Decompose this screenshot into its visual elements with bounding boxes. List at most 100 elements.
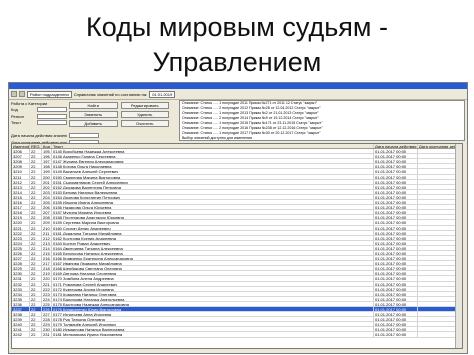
cell-reg: 22 — [30, 256, 42, 261]
cell-code: 228 — [42, 317, 52, 322]
cell-id: 3211 — [12, 174, 30, 179]
cell-start: 01.01.2017 00:00 — [374, 174, 418, 179]
cell-code: 223 — [42, 291, 52, 296]
cell-start: 01.01.2017 00:00 — [374, 301, 418, 306]
cell-reg: 22 — [30, 205, 42, 210]
start-date-input[interactable] — [69, 133, 99, 139]
cell-text: 0161 Дудалина Татьяна Михайловна — [52, 230, 374, 235]
field-label: Код — [11, 107, 18, 113]
text-input[interactable] — [37, 120, 67, 126]
cell-code: 221 — [42, 281, 52, 286]
cell-id: 3215 — [12, 194, 30, 200]
cell-reg: 22 — [30, 281, 42, 286]
cell-start: 01.01.2017 00:00 — [374, 266, 418, 271]
cell-id: 3207 — [12, 154, 30, 159]
cell-reg: 22 — [30, 291, 42, 296]
cell-id: 3228 — [12, 261, 30, 266]
cell-start: 01.01.2017 00:00 — [374, 250, 418, 256]
save-icon[interactable] — [19, 91, 25, 97]
cell-start: 01.01.2017 00:00 — [374, 169, 418, 174]
clear-button[interactable]: Очистить — [120, 120, 169, 127]
cell-text: 0180 Исмаилова Наталья Валерьевна — [52, 327, 374, 332]
cell-id: 3237 — [12, 307, 30, 312]
slide-title-line-2: Управлением — [152, 47, 322, 77]
cell-reg: 22 — [30, 225, 42, 230]
cell-text: 0159 Сергеева Марина Викторовна — [52, 220, 374, 225]
field-label: Регион — [11, 113, 24, 119]
cell-code: 205 — [42, 200, 52, 205]
cell-start: 01.01.2017 00:00 — [374, 225, 418, 230]
cell-code: 195 — [42, 149, 52, 154]
cell-reg: 22 — [30, 317, 42, 322]
col-header-start[interactable]: Дата начала действия — [374, 144, 418, 149]
cell-start: 01.01.2017 00:00 — [374, 205, 418, 210]
cell-id: 3220 — [12, 220, 30, 225]
cell-text: 0148 Котова Ольга Николаевна — [52, 164, 374, 169]
edit-button[interactable]: Редактировать — [120, 102, 169, 109]
info-line: Выбор значений доступно для изменения — [182, 136, 252, 140]
cell-text: 0149 Васильев Алексей Сергеевич — [52, 169, 374, 174]
cell-start: 01.01.2017 00:00 — [374, 189, 418, 194]
cell-code: 198 — [42, 164, 52, 169]
vertical-scrollbar[interactable] — [455, 144, 462, 348]
col-header-text[interactable]: Текст — [52, 144, 374, 149]
cell-text: 0153 Белова Наталья Валерьевна — [52, 189, 374, 194]
data-grid[interactable]: Идентиф REG_FLAG Код Текст Дата начала д… — [11, 143, 463, 349]
cell-code: 208 — [42, 215, 52, 220]
cell-text: 0164 Дмитриева Татьяна Алексеевна — [52, 245, 374, 250]
cell-id: 3239 — [12, 317, 30, 322]
cell-id: 3214 — [12, 189, 30, 194]
cell-start: 01.01.2017 00:00 — [374, 235, 418, 240]
cell-code: 197 — [42, 159, 52, 164]
find-button[interactable]: Найти — [69, 102, 118, 109]
cell-code: 209 — [42, 220, 52, 225]
cell-id: 3209 — [12, 164, 30, 169]
cell-text: 0181 Мельникова Ирина Николаевна — [52, 332, 374, 337]
cell-id: 3241 — [12, 327, 30, 332]
cell-text: 0179 Толмачёв Алексей Игоревич — [52, 322, 374, 327]
cell-reg: 22 — [30, 230, 42, 235]
col-header-id[interactable]: Идентиф — [12, 144, 30, 149]
category-select[interactable]: Район подразделени — [27, 90, 72, 98]
cell-start: 01.01.2017 00:00 — [374, 332, 418, 337]
col-header-reg[interactable]: REG_FLAG — [30, 144, 42, 149]
region-input[interactable] — [37, 113, 67, 119]
cell-code: 215 — [42, 250, 52, 256]
cell-id: 3242 — [12, 332, 30, 337]
cell-start: 01.01.2017 00:00 — [374, 179, 418, 184]
add-button[interactable]: Добавить — [69, 120, 118, 127]
date-input[interactable]: 01.01.2019 — [149, 90, 176, 98]
cell-code: 196 — [42, 154, 52, 159]
cell-reg: 22 — [30, 245, 42, 250]
table-row[interactable]: 3242 22 231 0181 Мельникова Ирина Николаевн… — [12, 332, 462, 338]
cell-code: 211 — [42, 230, 52, 235]
cell-start: 01.01.2017 00:00 — [374, 296, 418, 301]
col-header-code[interactable]: Код — [42, 144, 52, 149]
cell-id: 3235 — [12, 296, 30, 301]
replace-button[interactable]: Заменить — [69, 111, 118, 118]
cell-start: 01.01.2017 00:00 — [374, 200, 418, 205]
cell-id: 3225 — [12, 245, 30, 250]
cell-code: 204 — [42, 194, 52, 200]
cell-reg: 22 — [30, 312, 42, 317]
info-panel: Описание: Статья ..... 1 полугодие 2011 … — [179, 100, 465, 141]
code-input[interactable] — [37, 107, 67, 113]
cell-reg: 22 — [30, 296, 42, 301]
cell-id: 3230 — [12, 271, 30, 276]
cell-reg: 22 — [30, 154, 42, 159]
cell-start: 01.01.2017 00:00 — [374, 164, 418, 169]
cell-start: 01.01.2017 00:00 — [374, 159, 418, 164]
cell-reg: 22 — [30, 286, 42, 291]
cell-text: 0150 Смирнова Марина Викторовна — [52, 174, 374, 179]
cell-code: 231 — [42, 332, 52, 337]
open-icon[interactable] — [11, 91, 17, 97]
cell-reg: 22 — [30, 322, 42, 327]
cell-start: 01.01.2017 00:00 — [374, 261, 418, 266]
cell-reg: 22 — [30, 327, 42, 332]
delete-button[interactable]: Удалить — [120, 111, 169, 118]
cell-id: 3224 — [12, 240, 30, 245]
cell-start: 01.01.2017 00:00 — [374, 312, 418, 317]
cell-id: 3210 — [12, 169, 30, 174]
cell-code: 230 — [42, 327, 52, 332]
cell-start: 01.01.2017 00:00 — [374, 327, 418, 332]
